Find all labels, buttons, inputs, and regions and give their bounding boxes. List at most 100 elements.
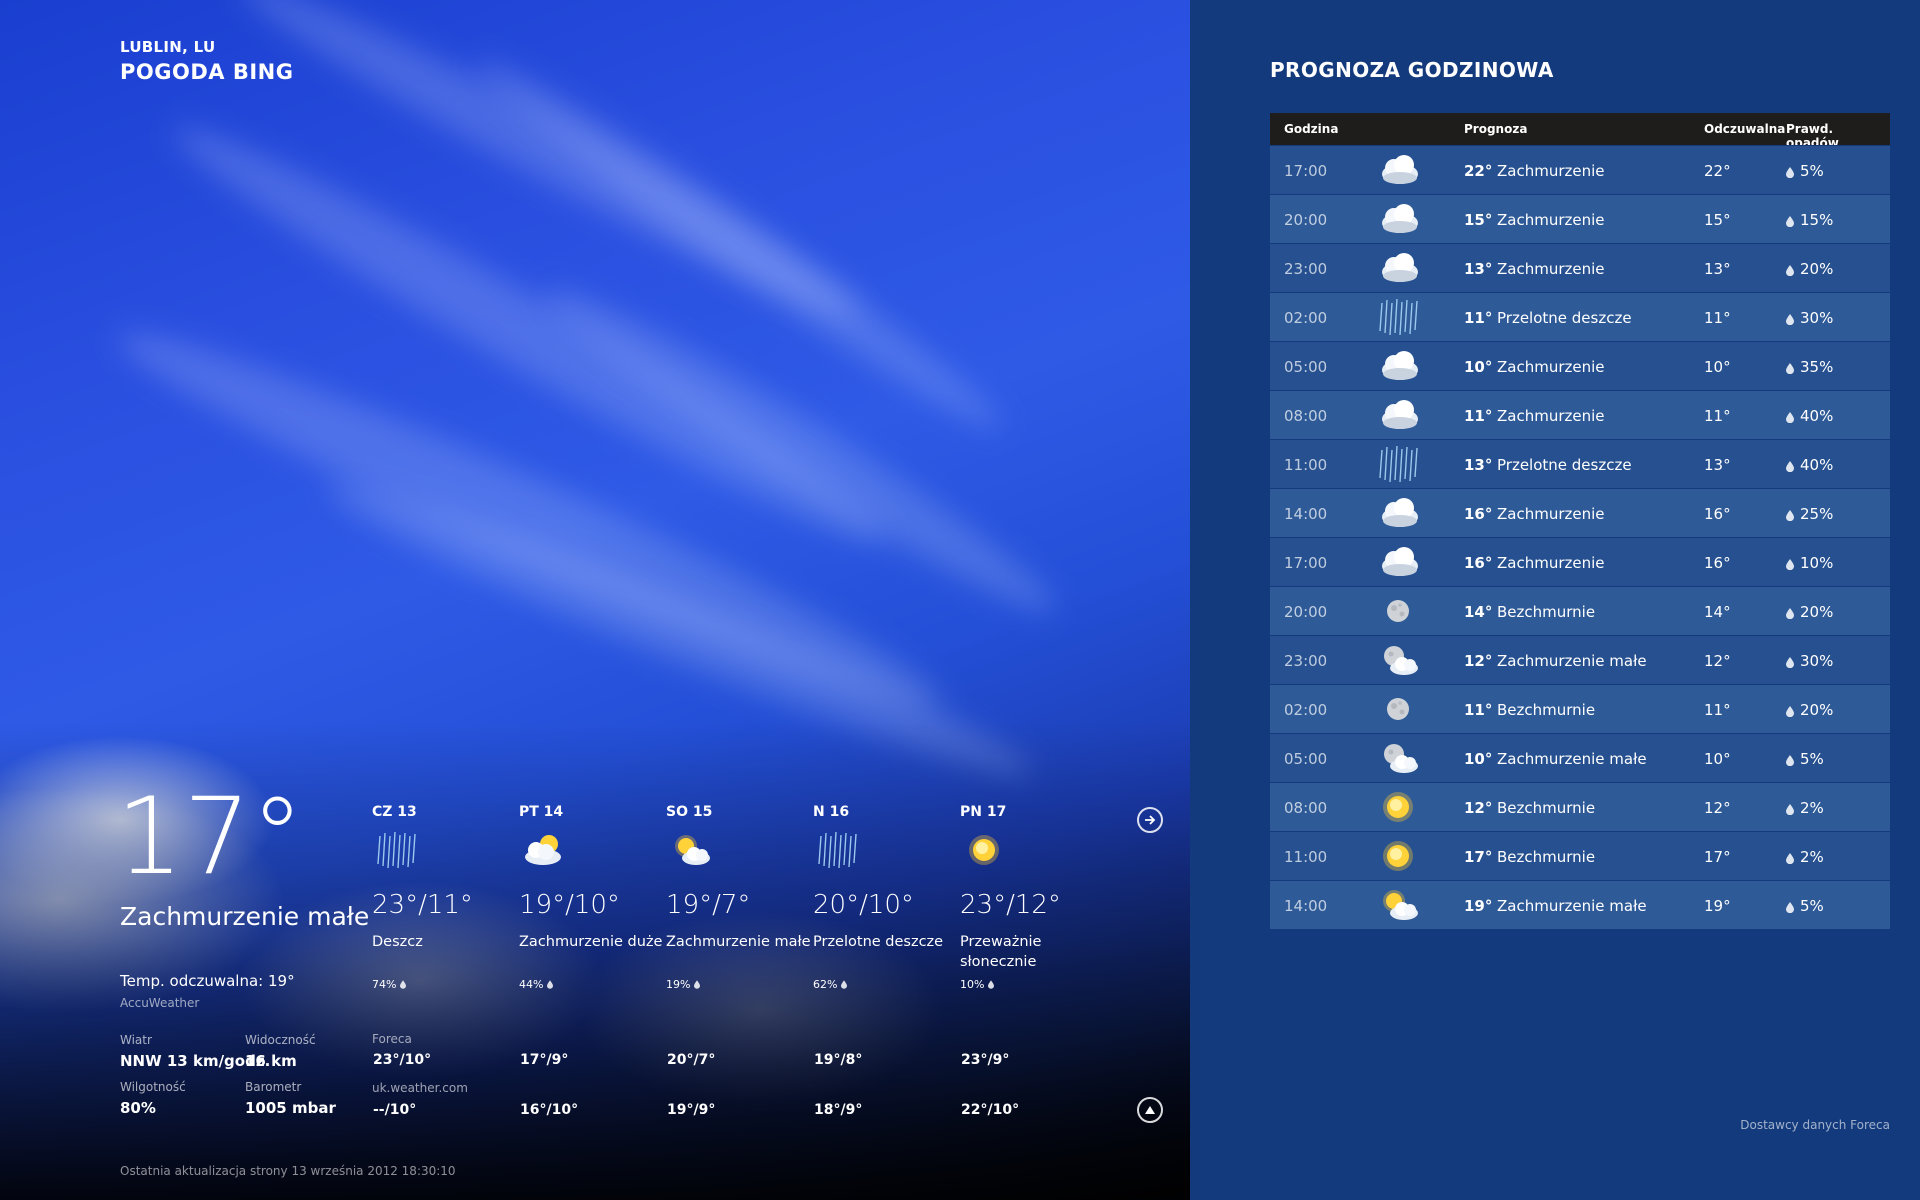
hourly-row[interactable]: 08:00 12° Bezchmurnie 12° 2% [1270,782,1890,831]
scroll-up-button[interactable] [1137,1097,1163,1123]
header-feels: Odczuwalna [1704,122,1786,136]
day-precip-value: 10% [960,978,985,991]
rain-icon [1374,297,1422,337]
daily-forecast-day[interactable]: SO 15 19°/7° Zachmurzenie małe 19% [666,804,816,992]
source-ukweather: uk.weather.com [372,1081,468,1095]
hourly-row[interactable]: 05:00 10° Zachmurzenie małe 10° 5% [1270,733,1890,782]
row-condition: Zachmurzenie [1497,211,1605,229]
row-feels: 17° [1704,848,1731,866]
sun-cloud-icon [1374,885,1422,925]
row-condition: Bezchmurnie [1497,603,1596,621]
row-feels: 12° [1704,799,1731,817]
hourly-row[interactable]: 14:00 16° Zachmurzenie 16° 25% [1270,488,1890,537]
hourly-row[interactable]: 05:00 10° Zachmurzenie 10° 35% [1270,341,1890,390]
cloud-icon [1374,346,1422,386]
drop-icon [1786,213,1794,228]
data-providers[interactable]: Dostawcy danych Foreca [1740,1118,1890,1132]
hourly-row[interactable]: 20:00 15° Zachmurzenie 15° 15% [1270,194,1890,243]
day-name: N 16 [813,804,850,820]
day-name: SO 15 [666,804,713,820]
row-condition: Zachmurzenie [1497,554,1605,572]
row-precip: 20% [1800,701,1834,719]
drop-icon [1786,164,1794,179]
hourly-table-header: Godzina Prognoza Odczuwalna Prawd. opadó… [1270,113,1890,150]
row-condition: Zachmurzenie [1497,358,1605,376]
day-name: PN 17 [960,804,1007,820]
hourly-row[interactable]: 08:00 11° Zachmurzenie 11° 40% [1270,390,1890,439]
humidity-value: 80% [120,1099,156,1117]
daily-forecast-day[interactable]: CZ 13 23°/11° Deszcz 74% [372,804,522,992]
row-time: 02:00 [1284,309,1328,327]
drop-icon [1786,801,1794,816]
last-updated: Ostatnia aktualizacja strony 13 września… [120,1164,456,1178]
row-condition: Zachmurzenie małe [1497,897,1647,915]
row-precip: 25% [1800,505,1834,523]
row-temp: 11° [1464,407,1493,425]
ukweather-temp: 19°/9° [667,1102,716,1118]
row-condition: Zachmurzenie małe [1497,750,1647,768]
hourly-row[interactable]: 02:00 11° Przelotne deszcze 11° 30% [1270,292,1890,341]
hourly-row[interactable]: 11:00 17° Bezchmurnie 17° 2% [1270,831,1890,880]
row-feels: 12° [1704,652,1731,670]
row-precip: 2% [1800,848,1824,866]
drop-icon [1786,556,1794,571]
moon-cloud-icon [1374,738,1422,778]
drop-icon [987,979,994,992]
hourly-row[interactable]: 20:00 14° Bezchmurnie 14° 20% [1270,586,1890,635]
drop-icon [1786,899,1794,914]
row-time: 17:00 [1284,554,1328,572]
current-temperature: 17° [116,775,304,898]
row-feels: 19° [1704,897,1731,915]
row-temp: 13° [1464,456,1493,474]
row-condition: Zachmurzenie [1497,260,1605,278]
row-condition: Bezchmurnie [1497,848,1596,866]
daily-forecast-day[interactable]: N 16 20°/10° Przelotne deszcze 62% [813,804,963,992]
row-time: 08:00 [1284,799,1328,817]
row-time: 05:00 [1284,750,1328,768]
next-arrow-button[interactable] [1137,807,1163,833]
wind-label: Wiatr [120,1033,152,1047]
visibility-value: 16 km [245,1052,297,1070]
row-time: 23:00 [1284,260,1328,278]
row-time: 23:00 [1284,652,1328,670]
row-precip: 40% [1800,407,1834,425]
row-precip: 5% [1800,162,1824,180]
hourly-row[interactable]: 11:00 13° Przelotne deszcze 13° 40% [1270,439,1890,488]
hourly-row[interactable]: 23:00 13° Zachmurzenie 13° 20% [1270,243,1890,292]
row-precip: 2% [1800,799,1824,817]
sun-icon [1374,836,1422,876]
row-condition: Bezchmurnie [1497,701,1596,719]
header-time: Godzina [1284,122,1339,136]
app-title: POGODA BING [120,60,294,84]
hourly-row[interactable]: 14:00 19° Zachmurzenie małe 19° 5% [1270,880,1890,929]
daily-forecast-day[interactable]: PN 17 23°/12° Przeważnie słonecznie 10% [960,804,1110,992]
background-sky-image [0,0,1190,1200]
hourly-row[interactable]: 02:00 11° Bezchmurnie 11° 20% [1270,684,1890,733]
arrow-right-icon [1145,815,1156,825]
drop-icon [1786,409,1794,424]
row-precip: 5% [1800,750,1824,768]
hourly-row[interactable]: 17:00 16° Zachmurzenie 16° 10% [1270,537,1890,586]
drop-icon [1786,752,1794,767]
visibility-label: Widoczność [245,1033,316,1047]
drop-icon [1786,605,1794,620]
source-accuweather: AccuWeather [120,996,200,1010]
row-feels: 15° [1704,211,1731,229]
row-time: 20:00 [1284,603,1328,621]
sun-icon [960,830,1012,878]
day-precip: 19% [666,978,816,992]
row-temp: 10° [1464,750,1493,768]
source-foreca: Foreca [372,1032,412,1046]
row-temp: 15° [1464,211,1493,229]
row-feels: 10° [1704,750,1731,768]
row-temp: 12° [1464,652,1493,670]
humidity-label: Wilgotność [120,1080,186,1094]
day-temp: 19°/7° [666,890,751,920]
barometer-label: Barometr [245,1080,302,1094]
hourly-row[interactable]: 17:00 22° Zachmurzenie 22° 5% [1270,145,1890,194]
row-temp: 11° [1464,309,1493,327]
drop-icon [399,979,406,992]
daily-forecast-day[interactable]: PT 14 19°/10° Zachmurzenie duże 44% [519,804,669,992]
hourly-row[interactable]: 23:00 12° Zachmurzenie małe 12° 30% [1270,635,1890,684]
current-condition: Zachmurzenie małe [120,902,370,931]
